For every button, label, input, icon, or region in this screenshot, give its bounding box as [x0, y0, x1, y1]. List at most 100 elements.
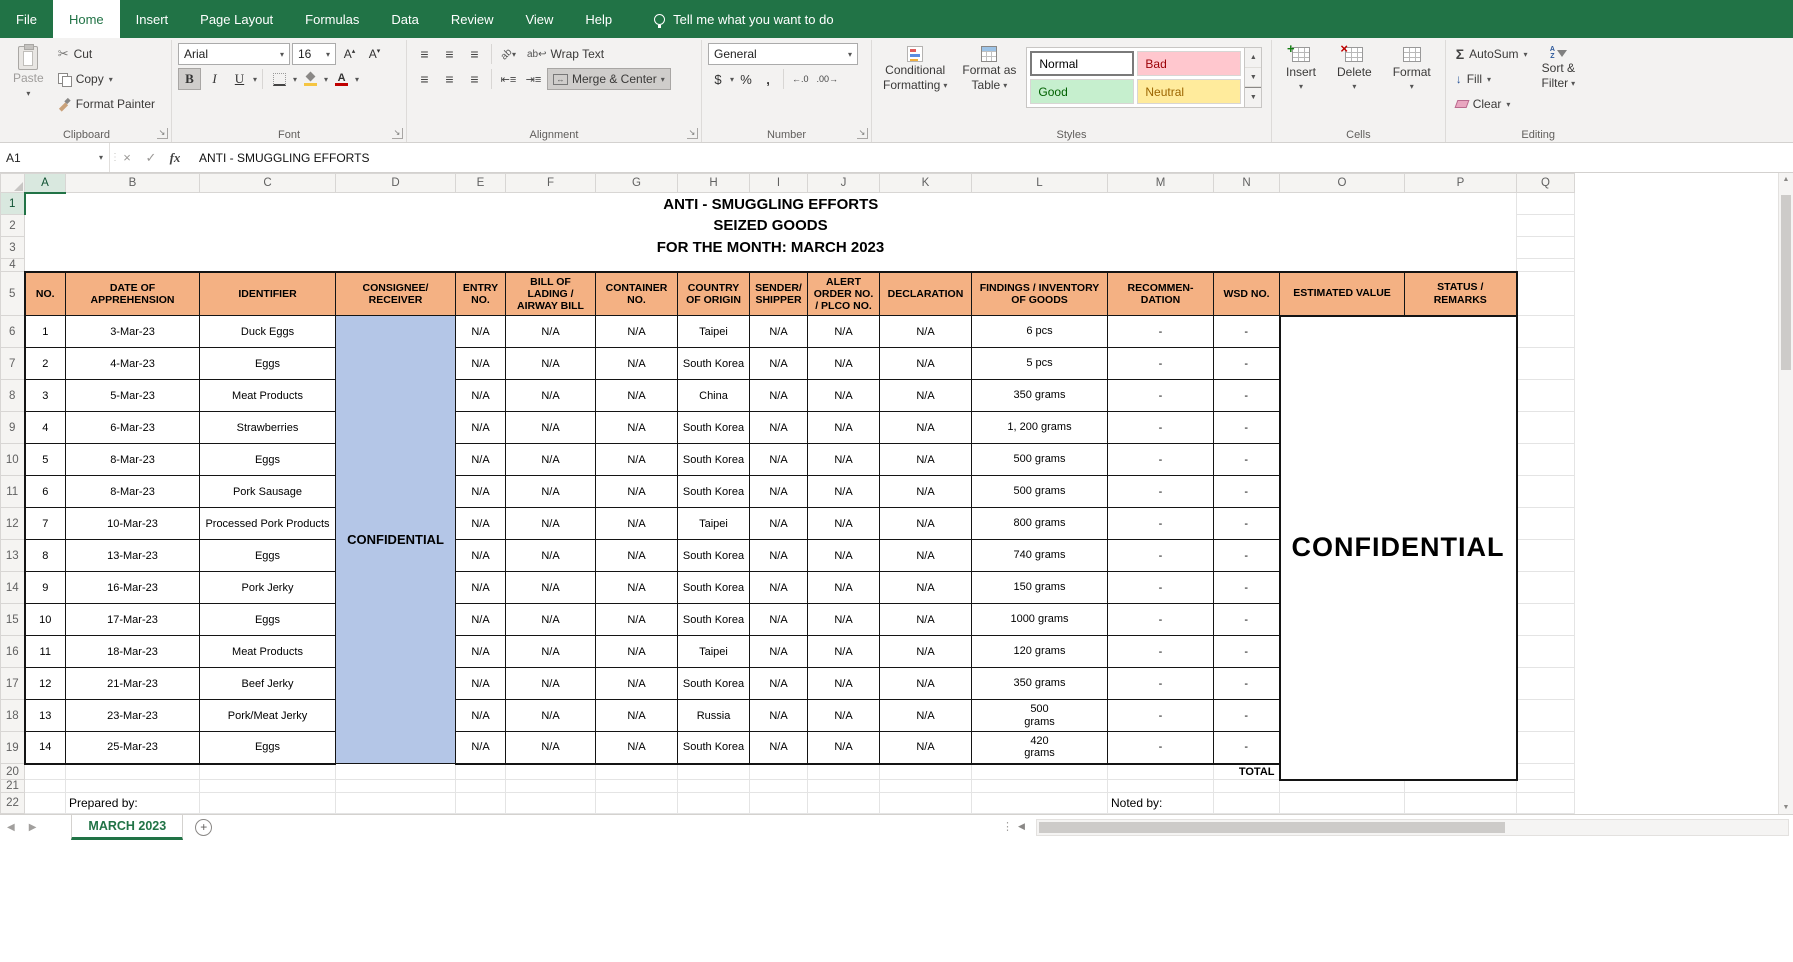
horizontal-scrollbar[interactable]: [1036, 819, 1789, 836]
column-header-C[interactable]: C: [199, 173, 336, 193]
cell[interactable]: N/A: [879, 635, 972, 668]
cell[interactable]: N/A: [749, 315, 808, 348]
column-header-M[interactable]: M: [1107, 173, 1214, 193]
decrease-indent-button[interactable]: ⇤≡: [497, 68, 520, 90]
cell[interactable]: N/A: [749, 571, 808, 604]
cell[interactable]: N/A: [455, 411, 506, 444]
cell[interactable]: N/A: [505, 731, 596, 765]
cell[interactable]: Pork Sausage: [199, 475, 336, 508]
cell[interactable]: N/A: [807, 347, 880, 380]
cell[interactable]: -: [1107, 603, 1214, 636]
cell[interactable]: 4: [23, 411, 66, 444]
gallery-down-icon[interactable]: ▼: [1245, 68, 1262, 88]
row-header-9[interactable]: 9: [0, 411, 25, 444]
cell[interactable]: [1516, 192, 1575, 215]
cell[interactable]: N/A: [595, 667, 678, 700]
sheet-title[interactable]: ANTI - SMUGGLING EFFORTS: [24, 192, 1517, 215]
cell[interactable]: N/A: [749, 475, 808, 508]
cell[interactable]: N/A: [749, 699, 808, 732]
clear-button[interactable]: Clear ▾: [1452, 93, 1532, 115]
cell[interactable]: 120 grams: [971, 635, 1108, 668]
cell[interactable]: Eggs: [199, 731, 336, 765]
tab-insert[interactable]: Insert: [120, 0, 185, 38]
cell[interactable]: [1516, 731, 1575, 764]
table-header[interactable]: BILL OF LADING / AIRWAY BILL: [505, 270, 596, 316]
table-header[interactable]: DATE OF APPREHENSION: [65, 270, 200, 316]
cell[interactable]: N/A: [455, 603, 506, 636]
cell[interactable]: N/A: [455, 667, 506, 700]
cell[interactable]: [1516, 779, 1575, 793]
cell[interactable]: N/A: [807, 443, 880, 476]
cell[interactable]: -: [1107, 347, 1214, 380]
cell[interactable]: 25-Mar-23: [65, 731, 200, 765]
font-color-dropdown-icon[interactable]: ▾: [355, 75, 359, 84]
cell[interactable]: N/A: [807, 507, 880, 540]
table-header[interactable]: ESTIMATED VALUE: [1279, 270, 1405, 316]
cell[interactable]: N/A: [807, 475, 880, 508]
cell[interactable]: [1516, 763, 1575, 780]
cell[interactable]: N/A: [455, 635, 506, 668]
cell[interactable]: 10: [23, 603, 66, 636]
select-all-corner[interactable]: [0, 173, 25, 193]
cell[interactable]: [199, 779, 336, 793]
number-format-select[interactable]: General ▾: [708, 43, 858, 65]
cell[interactable]: -: [1107, 475, 1214, 508]
cell[interactable]: -: [1213, 731, 1280, 765]
cell[interactable]: South Korea: [677, 539, 750, 572]
cancel-icon[interactable]: ×: [115, 150, 139, 165]
cell[interactable]: Meat Products: [199, 635, 336, 668]
cell[interactable]: -: [1213, 475, 1280, 508]
cell[interactable]: [199, 763, 336, 780]
cell[interactable]: [65, 779, 200, 793]
cell[interactable]: N/A: [455, 571, 506, 604]
cell[interactable]: [595, 792, 678, 814]
row-header-6[interactable]: 6: [0, 315, 25, 348]
cell[interactable]: N/A: [455, 379, 506, 412]
cell[interactable]: [24, 779, 66, 793]
cell[interactable]: N/A: [807, 603, 880, 636]
wrap-text-button[interactable]: ab↩ Wrap Text: [522, 43, 609, 65]
cell[interactable]: 3-Mar-23: [65, 315, 200, 348]
cell[interactable]: [1516, 603, 1575, 636]
name-box-dropdown-icon[interactable]: ▾: [99, 153, 103, 162]
row-header-4[interactable]: 4: [0, 258, 25, 272]
percent-button[interactable]: %: [736, 68, 756, 90]
cell[interactable]: N/A: [595, 411, 678, 444]
cell[interactable]: -: [1213, 507, 1280, 540]
cell[interactable]: [1516, 571, 1575, 604]
cell[interactable]: 500 grams: [971, 699, 1108, 732]
cell-style-bad[interactable]: Bad: [1137, 51, 1242, 76]
row-header-11[interactable]: 11: [0, 475, 25, 508]
tab-bar-gripper[interactable]: ⋮: [1002, 820, 1013, 833]
cell[interactable]: 6-Mar-23: [65, 411, 200, 444]
cell[interactable]: [1516, 667, 1575, 700]
table-header[interactable]: SENDER/ SHIPPER: [749, 270, 808, 316]
paste-dropdown-icon[interactable]: ▾: [26, 87, 30, 100]
cell[interactable]: [1516, 271, 1575, 316]
cell[interactable]: [1516, 411, 1575, 444]
cell[interactable]: [1516, 347, 1575, 380]
cell[interactable]: 6: [23, 475, 66, 508]
formula-input[interactable]: ANTI - SMUGGLING EFFORTS: [187, 151, 369, 165]
tab-review[interactable]: Review: [435, 0, 510, 38]
cell[interactable]: [455, 763, 506, 780]
font-size-select[interactable]: 16 ▾: [292, 43, 336, 65]
cell[interactable]: [1404, 779, 1517, 793]
cell[interactable]: South Korea: [677, 411, 750, 444]
tell-me-box[interactable]: Tell me what you want to do: [654, 0, 834, 38]
row-header-2[interactable]: 2: [0, 214, 25, 237]
align-left-button[interactable]: ≡: [413, 68, 436, 90]
fill-color-dropdown-icon[interactable]: ▾: [324, 75, 328, 84]
column-header-E[interactable]: E: [455, 173, 506, 193]
cell[interactable]: N/A: [505, 475, 596, 508]
cell[interactable]: N/A: [807, 667, 880, 700]
confidential-consignee-cell[interactable]: CONFIDENTIAL: [335, 315, 456, 764]
row-header-8[interactable]: 8: [0, 379, 25, 412]
cell[interactable]: [1516, 635, 1575, 668]
cell[interactable]: -: [1213, 603, 1280, 636]
cell[interactable]: [677, 792, 750, 814]
cell[interactable]: -: [1213, 699, 1280, 732]
cell[interactable]: N/A: [879, 539, 972, 572]
cell[interactable]: N/A: [807, 635, 880, 668]
cell[interactable]: Pork Jerky: [199, 571, 336, 604]
